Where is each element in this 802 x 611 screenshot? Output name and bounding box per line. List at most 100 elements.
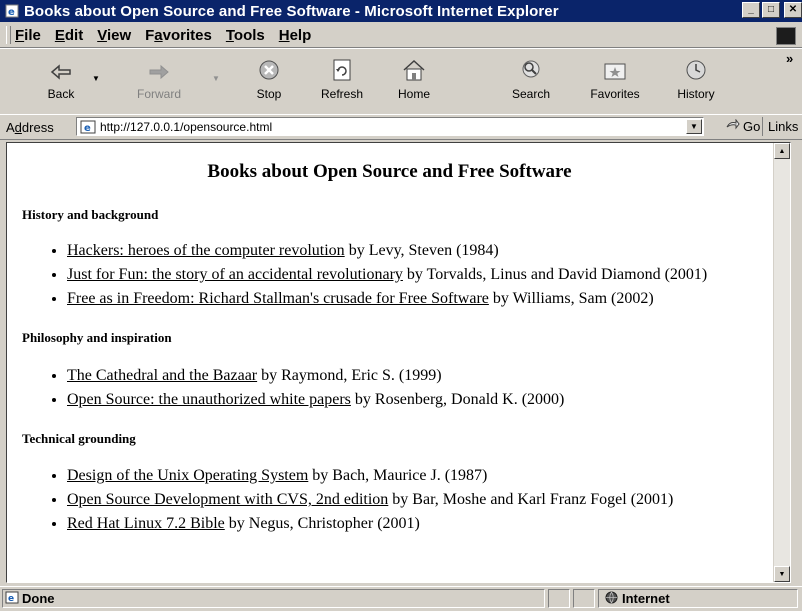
list-item: Open Source Development with CVS, 2nd ed…	[67, 488, 673, 512]
address-url: http://127.0.0.1/opensource.html	[100, 119, 273, 134]
maximize-button[interactable]: □	[762, 2, 780, 18]
search-icon	[498, 51, 564, 81]
list-item: The Cathedral and the Bazaar by Raymond,…	[67, 364, 564, 388]
menu-favorites-label: vorites	[162, 26, 212, 44]
favorites-button[interactable]: Favorites	[582, 51, 648, 111]
book-link[interactable]: Red Hat Linux 7.2 Bible	[67, 515, 225, 532]
forward-arrow-icon	[126, 51, 192, 81]
history-label: History	[677, 87, 715, 101]
menu-tools-label: ools	[233, 26, 265, 44]
menu-favorites-pre: F	[145, 26, 155, 44]
close-button[interactable]: ✕	[784, 2, 802, 18]
book-link[interactable]: Open Source Development with CVS, 2nd ed…	[67, 491, 388, 508]
status-cell-2	[573, 589, 595, 608]
search-label: Search	[511, 87, 551, 101]
book-link[interactable]: Open Source: the unauthorized white pape…	[67, 391, 351, 408]
refresh-label: Refresh	[320, 87, 364, 101]
book-list-philosophy: The Cathedral and the Bazaar by Raymond,…	[45, 364, 564, 412]
go-label: Go	[743, 119, 761, 134]
forward-button[interactable]: Forward	[126, 51, 192, 111]
title-bar[interactable]: e Books about Open Source and Free Softw…	[0, 0, 802, 22]
book-author: by Williams, Sam (2002)	[488, 290, 654, 307]
book-author: by Torvalds, Linus and David Diamond (20…	[402, 266, 708, 283]
back-button[interactable]: Back	[28, 51, 94, 111]
menu-help[interactable]: Help	[279, 27, 312, 44]
address-label: Address	[6, 120, 54, 135]
go-arrow-icon	[726, 118, 740, 134]
search-button[interactable]: Search	[498, 51, 564, 111]
links-button[interactable]: Links	[762, 117, 798, 136]
stop-button[interactable]: Stop	[236, 51, 302, 111]
forward-dropdown-icon[interactable]: ▼	[212, 74, 220, 83]
address-label-accel: d	[14, 119, 22, 135]
menu-bar: File Edit View Favorites Tools Help	[0, 23, 802, 48]
back-arrow-icon	[28, 51, 94, 81]
book-link[interactable]: Free as in Freedom: Richard Stallman's c…	[67, 290, 489, 307]
page-title: Books about Open Source and Free Softwar…	[207, 161, 572, 182]
menu-view-accel: V	[97, 26, 107, 44]
menu-favorites-accel: a	[154, 26, 163, 44]
menu-grip[interactable]	[6, 26, 11, 44]
page-content: Books about Open Source and Free Softwar…	[6, 142, 791, 583]
menu-edit-accel: E	[54, 26, 65, 44]
vertical-scrollbar[interactable]: ▲ ▼	[773, 143, 790, 582]
status-main: e Done	[2, 589, 545, 608]
status-text: Done	[22, 591, 55, 606]
window-title: Books about Open Source and Free Softwar…	[24, 2, 559, 20]
home-button[interactable]: Home	[381, 51, 447, 111]
menu-edit[interactable]: Edit	[55, 27, 83, 44]
ie-page-icon: e	[4, 3, 20, 19]
list-item: Just for Fun: the story of an accidental…	[67, 263, 707, 287]
book-author: by Levy, Steven (1984)	[344, 242, 499, 259]
book-author: by Negus, Christopher (2001)	[224, 515, 420, 532]
history-button[interactable]: History	[663, 51, 729, 111]
book-author: by Bar, Moshe and Karl Franz Fogel (2001…	[388, 491, 674, 508]
menu-edit-label: dit	[64, 26, 84, 44]
book-link[interactable]: Hackers: heroes of the computer revoluti…	[67, 242, 345, 259]
menu-file-accel: F	[15, 26, 25, 44]
address-bar: Address e http://127.0.0.1/opensource.ht…	[0, 114, 802, 140]
windows-logo-icon	[776, 27, 796, 45]
address-input[interactable]: e http://127.0.0.1/opensource.html ▼	[76, 117, 704, 136]
page-icon: e	[80, 120, 96, 134]
minimize-button[interactable]: _	[742, 2, 760, 18]
forward-label: Forward	[136, 87, 181, 101]
menu-favorites[interactable]: Favorites	[145, 27, 212, 44]
refresh-button[interactable]: Refresh	[309, 51, 375, 111]
back-label: Back	[47, 87, 75, 101]
status-bar: e Done Internet	[0, 586, 802, 611]
menu-tools-accel: T	[225, 26, 234, 44]
scroll-up-button[interactable]: ▲	[774, 143, 790, 159]
menu-view[interactable]: View	[97, 27, 131, 44]
menu-help-label: elp	[289, 26, 312, 44]
scroll-down-button[interactable]: ▼	[774, 566, 790, 582]
book-link[interactable]: Design of the Unix Operating System	[67, 467, 308, 484]
history-icon	[663, 51, 729, 81]
svg-text:e: e	[8, 594, 14, 604]
book-list-technical: Design of the Unix Operating System by B…	[45, 464, 673, 536]
refresh-icon	[309, 51, 375, 81]
section-heading-technical: Technical grounding	[22, 431, 136, 446]
favorites-icon	[582, 51, 648, 81]
list-item: Free as in Freedom: Richard Stallman's c…	[67, 287, 707, 311]
toolbar-overflow-button[interactable]: »	[786, 51, 793, 66]
security-zone[interactable]: Internet	[598, 589, 798, 608]
menu-tools[interactable]: Tools	[226, 27, 265, 44]
address-dropdown-button[interactable]: ▼	[686, 119, 702, 134]
internet-globe-icon	[605, 591, 618, 607]
book-link[interactable]: The Cathedral and the Bazaar	[67, 367, 257, 384]
list-item: Red Hat Linux 7.2 Bible by Negus, Christ…	[67, 512, 673, 536]
go-button[interactable]: Go	[726, 118, 761, 134]
svg-text:e: e	[84, 123, 91, 134]
address-label-pre: A	[6, 119, 15, 135]
stop-label: Stop	[256, 87, 282, 101]
book-link[interactable]: Just for Fun: the story of an accidental…	[67, 266, 403, 283]
back-dropdown-icon[interactable]: ▼	[92, 74, 100, 83]
menu-view-label: iew	[106, 26, 132, 44]
section-heading-philosophy: Philosophy and inspiration	[22, 330, 172, 345]
menu-file[interactable]: File	[15, 27, 41, 44]
book-list-history: Hackers: heroes of the computer revoluti…	[45, 239, 707, 311]
list-item: Hackers: heroes of the computer revoluti…	[67, 239, 707, 263]
menu-file-label: ile	[24, 26, 41, 44]
page-done-icon: e	[5, 591, 19, 607]
